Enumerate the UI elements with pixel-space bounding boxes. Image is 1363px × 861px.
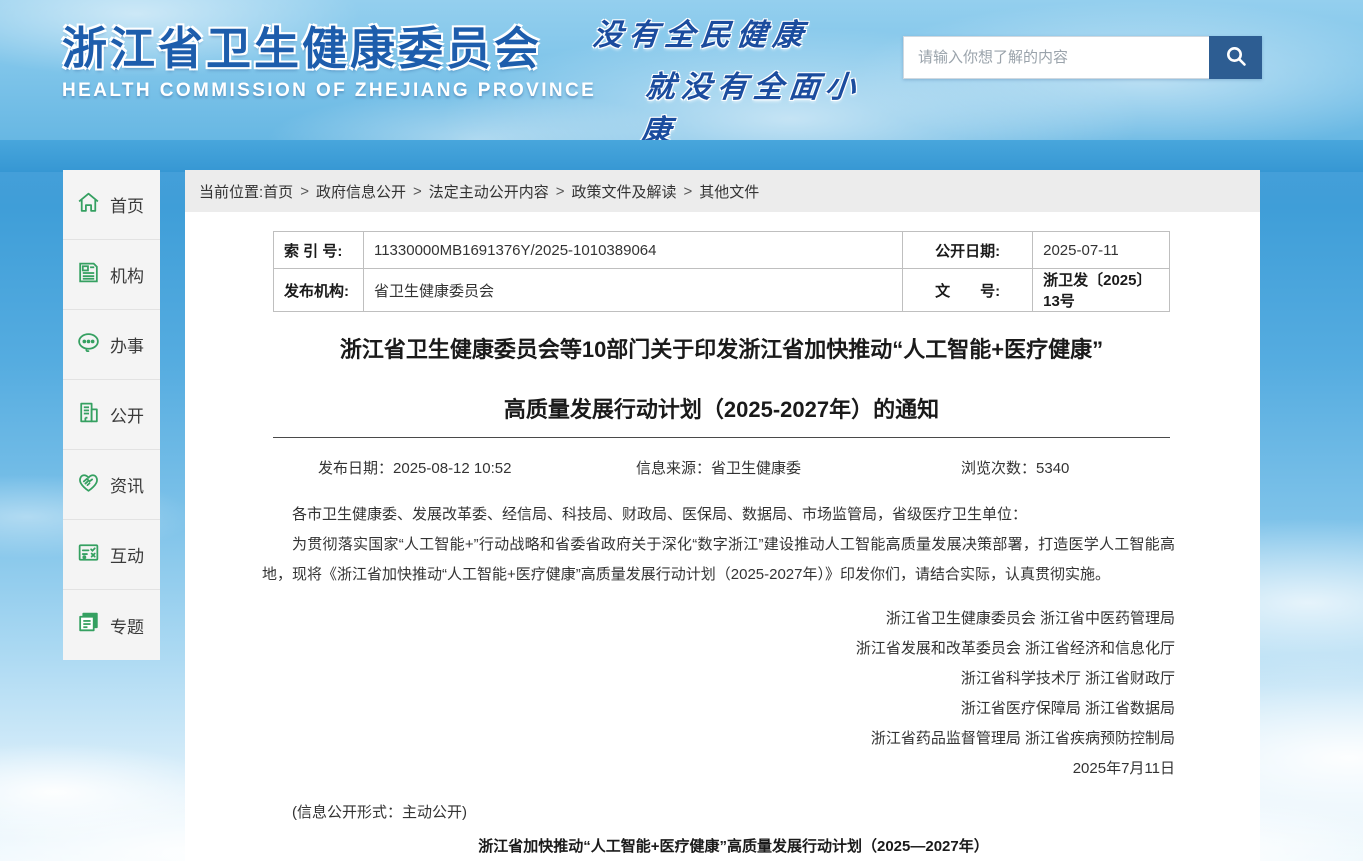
- sidebar-item-services[interactable]: 办事: [63, 310, 160, 380]
- building-icon: [76, 400, 101, 430]
- page-title-line2: 高质量发展行动计划（2025-2027年）的通知: [273, 380, 1170, 440]
- sidebar-item-label: 互动: [110, 542, 144, 567]
- sidebar-item-label: 公开: [110, 402, 144, 427]
- slogan-line2: 就没有全面小康: [639, 62, 890, 150]
- paragraph-main: 为贯彻落实国家“人工智能+”行动战略和省委省政府关于深化“数字浙江”建设推动人工…: [262, 530, 1175, 590]
- index-number-value: 11330000MB1691376Y/2025-1010389064: [363, 232, 902, 269]
- breadcrumb-item-other-docs[interactable]: 其他文件: [699, 181, 759, 202]
- pub-date: 发布日期：2025-08-12 10:52: [318, 457, 511, 478]
- sidebar-item-orgs[interactable]: 机构: [63, 240, 160, 310]
- publish-date-value: 2025-07-11: [1033, 232, 1170, 269]
- disclosure-note: (信息公开形式：主动公开): [262, 798, 1175, 828]
- sidebar-item-topics[interactable]: 专题: [63, 590, 160, 660]
- nav-band: [0, 140, 1363, 172]
- breadcrumb-prefix: 当前位置:: [199, 181, 263, 202]
- signature-date: 2025年7月11日: [262, 754, 1175, 784]
- sidebar-item-home[interactable]: 首页: [63, 170, 160, 240]
- handshake-icon: [76, 470, 101, 500]
- breadcrumb: 当前位置: 首页 > 政府信息公开 > 法定主动公开内容 > 政策文件及解读 >…: [185, 170, 1260, 212]
- breadcrumb-separator: >: [684, 183, 693, 200]
- pub-source-value: 省卫生健康委: [711, 460, 801, 477]
- doc-number-label: 文 号:: [903, 269, 1033, 312]
- signature-line: 浙江省医疗保障局 浙江省数据局: [262, 694, 1175, 724]
- signature-block: 浙江省卫生健康委员会 浙江省中医药管理局 浙江省发展和改革委员会 浙江省经济和信…: [262, 604, 1175, 784]
- search-input[interactable]: [903, 36, 1209, 79]
- pub-date-label: 发布日期：: [318, 460, 393, 477]
- pub-info: 发布日期：2025-08-12 10:52 信息来源：省卫生健康委 浏览次数：5…: [273, 457, 1170, 481]
- breadcrumb-item-policy-docs[interactable]: 政策文件及解读: [572, 181, 677, 202]
- site-title: 浙江省卫生健康委员会: [62, 12, 542, 77]
- home-icon: [76, 190, 101, 220]
- breadcrumb-separator: >: [413, 183, 422, 200]
- breadcrumb-separator: >: [300, 183, 309, 200]
- sidebar-item-label: 办事: [110, 332, 144, 357]
- table-row: 索 引 号: 11330000MB1691376Y/2025-101038906…: [274, 232, 1170, 269]
- page-title: 浙江省卫生健康委员会等10部门关于印发浙江省加快推动“人工智能+医疗健康” 高质…: [273, 320, 1170, 440]
- site-subtitle: HEALTH COMMISSION OF ZHEJIANG PROVINCE: [62, 80, 596, 102]
- chat-icon: [76, 330, 101, 360]
- sidebar-item-disclosure[interactable]: 公开: [63, 380, 160, 450]
- breadcrumb-separator: >: [556, 183, 565, 200]
- article-body: 各市卫生健康委、发展改革委、经信局、科技局、财政局、医保局、数据局、市场监管局，…: [262, 500, 1175, 861]
- issuing-agency-value: 省卫生健康委员会: [363, 269, 902, 312]
- sidebar-item-label: 机构: [110, 262, 144, 287]
- pub-source: 信息来源：省卫生健康委: [636, 457, 801, 478]
- doc-number-value: 浙卫发〔2025〕13号: [1033, 269, 1170, 312]
- content-panel: 当前位置: 首页 > 政府信息公开 > 法定主动公开内容 > 政策文件及解读 >…: [185, 170, 1260, 861]
- search-icon: [1224, 44, 1248, 71]
- pub-source-label: 信息来源：: [636, 460, 711, 477]
- attachment-title: 浙江省加快推动“人工智能+医疗健康”高质量发展行动计划（2025—2027年）: [262, 832, 1175, 861]
- sidebar-item-label: 首页: [110, 192, 144, 217]
- sidebar: 首页 机构 办事: [63, 170, 160, 660]
- slogan-line1: 没有全民健康: [591, 10, 896, 54]
- breadcrumb-item-statutory[interactable]: 法定主动公开内容: [429, 181, 549, 202]
- site-header: 浙江省卫生健康委员会 HEALTH COMMISSION OF ZHEJIANG…: [0, 0, 1363, 140]
- signature-line: 浙江省卫生健康委员会 浙江省中医药管理局: [262, 604, 1175, 634]
- table-row: 发布机构: 省卫生健康委员会 文 号: 浙卫发〔2025〕13号: [274, 269, 1170, 312]
- search-box: [903, 36, 1262, 79]
- sidebar-item-label: 专题: [110, 613, 144, 638]
- signature-line: 浙江省科学技术厅 浙江省财政厅: [262, 664, 1175, 694]
- signature-line: 浙江省发展和改革委员会 浙江省经济和信息化厅: [262, 634, 1175, 664]
- pub-views-value: 5340: [1036, 460, 1069, 477]
- doc-meta-table: 索 引 号: 11330000MB1691376Y/2025-101038906…: [273, 231, 1170, 312]
- breadcrumb-item-gov-info[interactable]: 政府信息公开: [316, 181, 406, 202]
- page: 浙江省卫生健康委员会 HEALTH COMMISSION OF ZHEJIANG…: [0, 0, 1363, 861]
- paragraph-salutation: 各市卫生健康委、发展改革委、经信局、科技局、财政局、医保局、数据局、市场监管局，…: [262, 500, 1175, 530]
- publish-date-label: 公开日期:: [903, 232, 1033, 269]
- sidebar-item-interaction[interactable]: 互动: [63, 520, 160, 590]
- pub-date-value: 2025-08-12 10:52: [393, 460, 511, 477]
- signature-line: 浙江省药品监督管理局 浙江省疾病预防控制局: [262, 724, 1175, 754]
- search-button[interactable]: [1209, 36, 1262, 79]
- issuing-agency-label: 发布机构:: [274, 269, 364, 312]
- pub-views: 浏览次数：5340: [961, 457, 1069, 478]
- pages-icon: [76, 610, 101, 640]
- pub-views-label: 浏览次数：: [961, 460, 1036, 477]
- index-number-label: 索 引 号:: [274, 232, 364, 269]
- sidebar-item-news[interactable]: 资讯: [63, 450, 160, 520]
- title-divider: [273, 437, 1170, 438]
- form-icon: [76, 540, 101, 570]
- breadcrumb-item-home[interactable]: 首页: [263, 181, 293, 202]
- page-title-line1: 浙江省卫生健康委员会等10部门关于印发浙江省加快推动“人工智能+医疗健康”: [273, 320, 1170, 380]
- slogan: 没有全民健康 就没有全面小康: [581, 10, 896, 150]
- document-icon: [76, 260, 101, 290]
- sidebar-item-label: 资讯: [110, 472, 144, 497]
